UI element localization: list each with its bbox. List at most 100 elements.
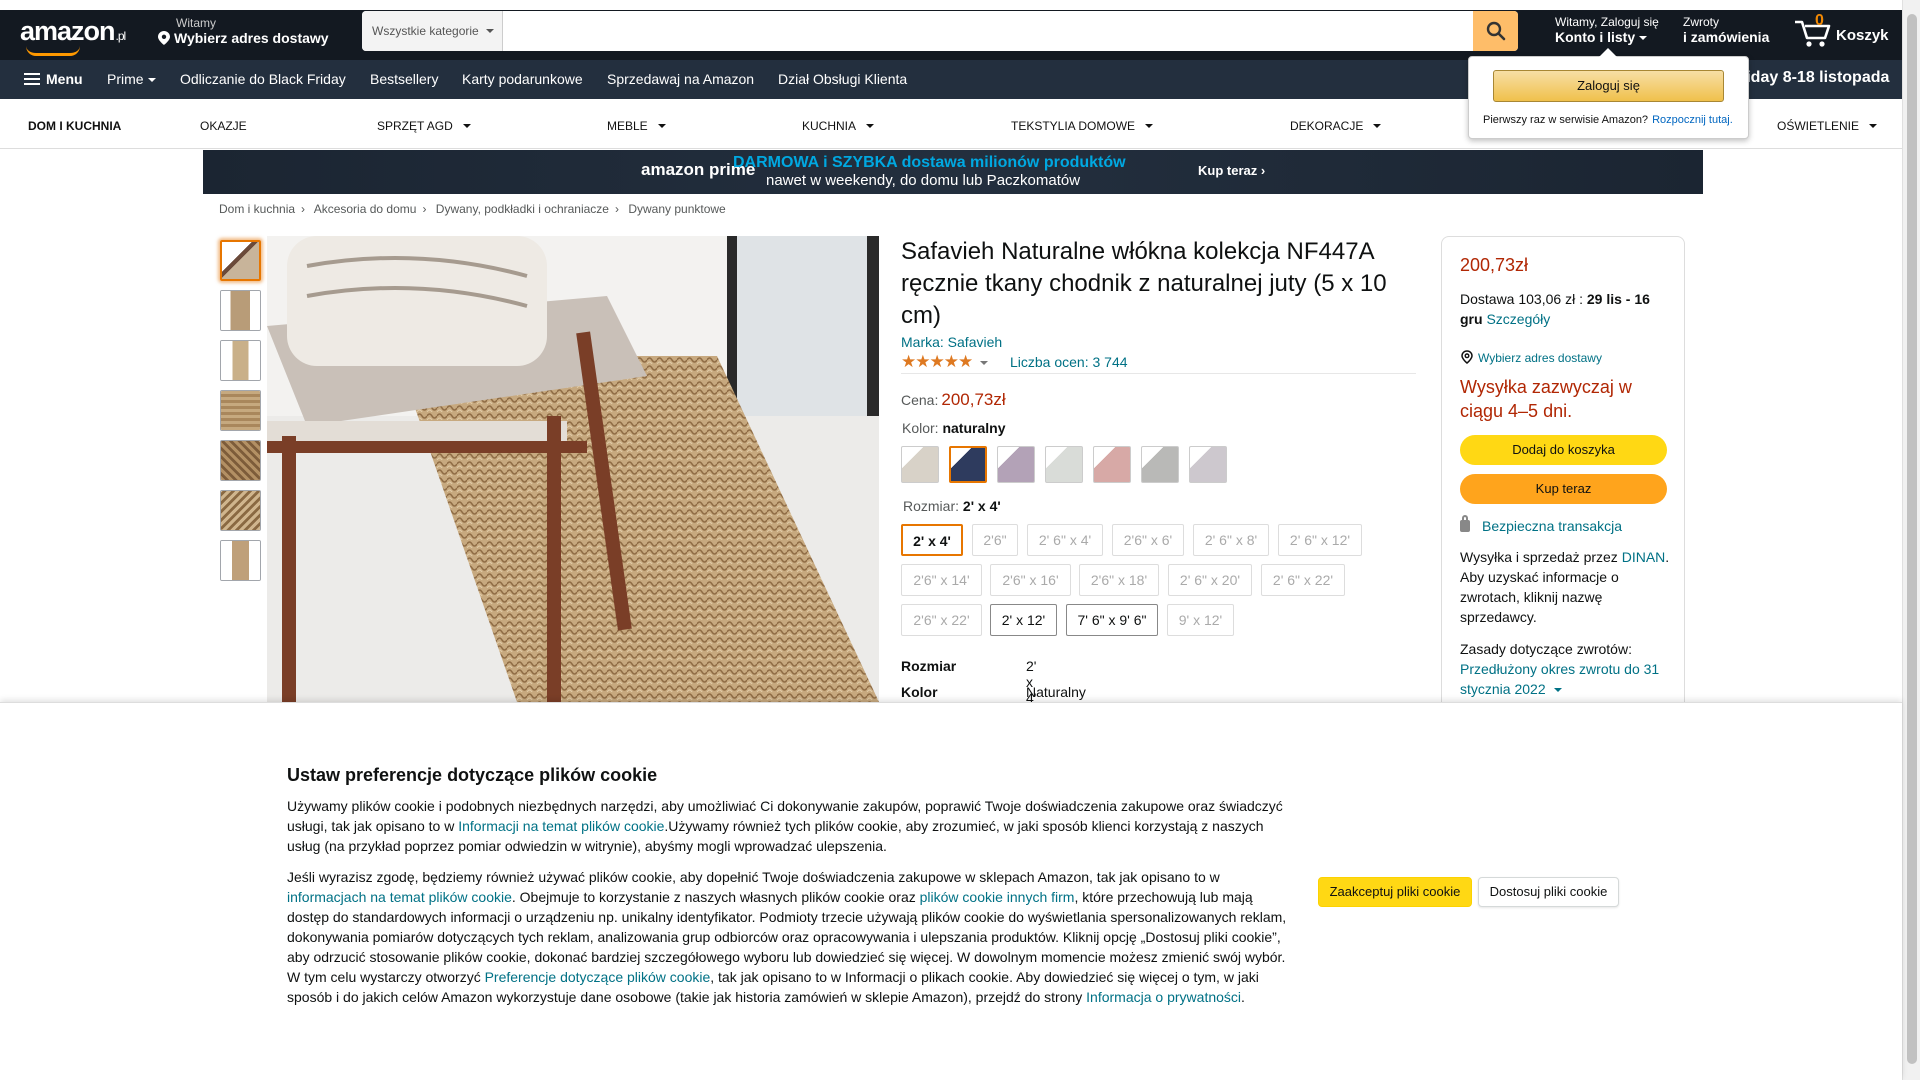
select-address-link[interactable]: Wybierz adres dostawy: [1460, 350, 1602, 365]
size-option[interactable]: 2'6" x 18': [1079, 564, 1159, 596]
size-option[interactable]: 2'6" x 6': [1112, 524, 1184, 556]
search-category-select[interactable]: Wszystkie kategorie: [362, 11, 503, 51]
cat-home[interactable]: DOM I KUCHNIA: [28, 119, 121, 133]
returns-orders-link[interactable]: Zwroty i zamówienia: [1683, 15, 1769, 45]
color-swatch[interactable]: [1093, 446, 1131, 483]
thumbnail[interactable]: [220, 440, 261, 481]
cat-lighting[interactable]: OŚWIETLENIE: [1777, 119, 1878, 133]
scrollbar-thumb[interactable]: [1907, 14, 1917, 1064]
cat-deals[interactable]: OKAZJE: [200, 119, 247, 133]
cookie-consent-banner: Ustaw preferencje dotyczące plików cooki…: [0, 702, 1902, 1080]
delivery-details-link[interactable]: Szczegóły: [1486, 311, 1550, 327]
thumbnail[interactable]: [220, 540, 261, 581]
cart-label: Koszyk: [1836, 27, 1889, 44]
seller-info: Wysyłka i sprzedaż przez DINAN. Aby uzys…: [1460, 549, 1670, 625]
orders-line1: Zwroty: [1683, 15, 1719, 29]
secure-transaction-link[interactable]: Bezpieczna transakcja: [1460, 515, 1622, 534]
menu-label: Menu: [46, 71, 83, 87]
add-to-cart-button[interactable]: Dodaj do koszyka: [1460, 435, 1667, 465]
breadcrumb-item[interactable]: Dywany punktowe: [628, 202, 725, 216]
start-here-link[interactable]: Rozpocznij tutaj.: [1652, 114, 1733, 126]
thumbnail[interactable]: [220, 290, 261, 331]
account-menu[interactable]: Witamy, Zaloguj się Konto i listy: [1555, 15, 1659, 45]
main-product-image[interactable]: [267, 236, 879, 702]
breadcrumb-item[interactable]: Akcesoria do domu: [314, 202, 417, 216]
search-input[interactable]: [503, 11, 1473, 51]
shipping-estimate: Wysyłka zazwyczaj w ciągu 4–5 dni.: [1460, 377, 1632, 421]
amazon-logo[interactable]: amazon.pl: [20, 16, 126, 56]
black-friday-promo[interactable]: riday 8-18 listopada: [1740, 69, 1889, 87]
nav-item-gift-cards[interactable]: Karty podarunkowe: [462, 71, 583, 87]
color-swatch[interactable]: [1189, 446, 1227, 483]
size-option[interactable]: 2' 6" x 22': [1261, 564, 1345, 596]
returns-policy: Zasady dotyczące zwrotów: Przedłużony okr…: [1460, 641, 1660, 697]
prime-banner-line1: DARMOWA i SZYBKA dostawa milionów produk…: [733, 154, 1126, 171]
cookie-paragraph: Używamy plików cookie i podobnych niezbę…: [287, 798, 1283, 854]
color-swatch[interactable]: [997, 446, 1035, 483]
nav-item-customer-service[interactable]: Dział Obsługi Klienta: [778, 71, 907, 87]
accept-cookies-button[interactable]: Zaakceptuj pliki cookie: [1318, 877, 1472, 907]
size-option[interactable]: 2' 6" x 8': [1193, 524, 1269, 556]
cart-link[interactable]: 0 Koszyk: [1793, 10, 1893, 50]
thumbnail[interactable]: [220, 240, 261, 281]
size-option[interactable]: 2'6": [972, 524, 1018, 556]
search-button[interactable]: [1473, 11, 1518, 51]
breadcrumb-separator: ›: [301, 202, 306, 216]
color-swatch[interactable]: [901, 446, 939, 483]
breadcrumb-item[interactable]: Dywany, podkładki i ochraniacze: [436, 202, 609, 216]
deliver-to[interactable]: Witamy Wybierz adres dostawy: [158, 16, 329, 46]
cookie-info-link[interactable]: Informacji na temat plików cookie: [458, 818, 664, 834]
nav-item-sell[interactable]: Sprzedawaj na Amazon: [607, 71, 754, 87]
thumbnail[interactable]: [220, 340, 261, 381]
cat-kitchen[interactable]: KUCHNIA: [802, 119, 875, 133]
breadcrumb-item[interactable]: Dom i kuchnia: [219, 202, 295, 216]
page-scrollbar[interactable]: [1902, 0, 1920, 1080]
nav-item-bestsellers[interactable]: Bestsellery: [370, 71, 438, 87]
product-photo-icon: [267, 236, 879, 702]
size-option[interactable]: 9' x 12': [1167, 604, 1234, 636]
third-party-cookies-link[interactable]: plików cookie innych firm: [920, 889, 1075, 905]
size-option[interactable]: 2'6" x 16': [990, 564, 1071, 596]
size-option[interactable]: 2' 6" x 20': [1168, 564, 1252, 596]
size-option[interactable]: 2' 6" x 4': [1027, 524, 1103, 556]
deliver-address-label: Wybierz adres dostawy: [174, 30, 329, 46]
account-lists-label: Konto i listy: [1555, 29, 1636, 45]
star-rating-icon[interactable]: ★★★★★: [901, 352, 973, 371]
size-option[interactable]: 2' x 4': [901, 524, 963, 556]
privacy-notice-link[interactable]: Informacja o prywatności: [1086, 989, 1241, 1005]
signin-button[interactable]: Zaloguj się: [1493, 70, 1724, 102]
cookie-paragraph: Jeśli wyrazisz zgodę, będziemy również u…: [287, 869, 1287, 1005]
size-option[interactable]: 7' 6" x 9' 6": [1066, 604, 1158, 636]
nav-item-black-friday[interactable]: Odliczanie do Black Friday: [180, 71, 346, 87]
size-option[interactable]: 2' x 12': [990, 604, 1057, 636]
search-bar: Wszystkie kategorie: [362, 11, 1518, 51]
nav-item-prime[interactable]: Prime: [107, 71, 156, 87]
color-swatch[interactable]: [1141, 446, 1179, 483]
returns-link[interactable]: Przedłużony okres zwrotu do 31 stycznia …: [1460, 661, 1659, 697]
prime-banner-cta[interactable]: Kup teraz ›: [1198, 163, 1265, 178]
size-option[interactable]: 2'6" x 22': [901, 604, 982, 636]
ratings-count-link[interactable]: Liczba ocen: 3 744: [1010, 354, 1128, 370]
cat-textiles[interactable]: TEKSTYLIA DOMOWE: [1011, 119, 1154, 133]
chevron-down-icon[interactable]: [980, 361, 989, 369]
cat-decor[interactable]: DEKORACJE: [1290, 119, 1382, 133]
cookie-preferences-link[interactable]: Preferencje dotyczące plików cookie: [485, 969, 711, 985]
deliver-greeting: Witamy: [176, 16, 216, 30]
buy-now-button[interactable]: Kup teraz: [1460, 474, 1667, 504]
thumbnail[interactable]: [220, 390, 261, 431]
size-option[interactable]: 2'6" x 14': [901, 564, 982, 596]
location-pin-icon: [1461, 350, 1473, 364]
size-value: 2' x 4': [962, 498, 1001, 514]
customize-cookies-button[interactable]: Dostosuj pliki cookie: [1478, 877, 1619, 907]
prime-banner[interactable]: amazon prime DARMOWA i SZYBKA dostawa mi…: [203, 150, 1703, 194]
color-swatch[interactable]: [949, 446, 987, 483]
brand-link[interactable]: Marka: Safavieh: [901, 334, 1002, 350]
seller-link[interactable]: DINAN: [1622, 549, 1666, 565]
hamburger-menu-button[interactable]: Menu: [24, 71, 83, 87]
thumbnail[interactable]: [220, 490, 261, 531]
color-swatch[interactable]: [1045, 446, 1083, 483]
cat-appliances[interactable]: SPRZĘT AGD: [377, 119, 471, 133]
cat-furniture[interactable]: MEBLE: [607, 119, 666, 133]
size-option[interactable]: 2' 6" x 12': [1278, 524, 1362, 556]
cookie-info-link[interactable]: informacjach na temat plików cookie: [287, 889, 512, 905]
